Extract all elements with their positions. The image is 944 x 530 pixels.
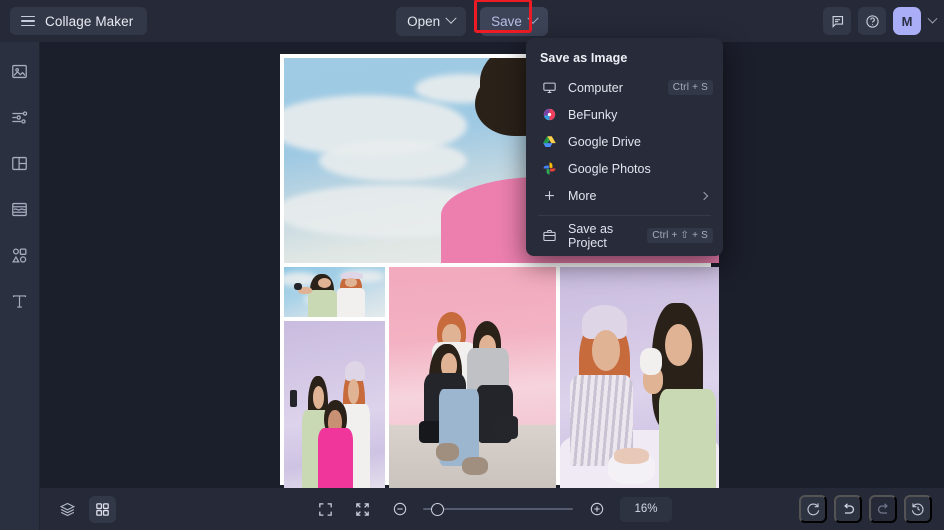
reset-icon [805, 501, 821, 517]
sidebar-item-edit[interactable] [7, 104, 33, 130]
bottom-right-actions [799, 495, 932, 523]
collage-maker-app: Collage Maker Open Save [0, 0, 944, 530]
google-drive-icon [541, 134, 557, 150]
fullscreen-icon [317, 501, 334, 518]
image-icon [10, 62, 29, 81]
save-menu-item-computer[interactable]: Computer Ctrl + S [526, 74, 723, 101]
zoom-slider-handle[interactable] [431, 503, 444, 516]
undo-button[interactable] [834, 495, 862, 523]
sidebar-item-textures[interactable] [7, 196, 33, 222]
menu-divider [538, 215, 711, 216]
collage-photo-center[interactable] [389, 267, 556, 493]
collage-photo-left-1[interactable] [284, 267, 385, 317]
save-menu-shortcut: Ctrl + ⇧ + S [647, 228, 713, 243]
save-menu-item-google-photos[interactable]: Google Photos [526, 155, 723, 182]
save-menu-label: More [568, 189, 690, 203]
save-menu-shortcut: Ctrl + S [668, 80, 713, 95]
layout-icon [10, 154, 29, 173]
plus-circle-icon [589, 501, 605, 517]
zoom-value[interactable]: 16% [620, 497, 672, 522]
hamburger-icon [21, 16, 35, 27]
sidebar-item-layouts[interactable] [7, 150, 33, 176]
graphics-icon [10, 246, 29, 265]
sliders-icon [10, 108, 29, 127]
chevron-right-icon [700, 191, 708, 199]
save-menu-heading: Save as Image [526, 46, 723, 74]
zoom-in-button[interactable] [583, 496, 610, 523]
zoom-slider-track [423, 508, 573, 510]
history-button[interactable] [904, 495, 932, 523]
plus-icon [541, 188, 557, 204]
chevron-down-icon [445, 13, 456, 24]
save-menu-label: Google Drive [568, 135, 713, 149]
zoom-out-button[interactable] [386, 496, 413, 523]
text-icon [10, 292, 29, 311]
save-menu-label: BeFunky [568, 108, 713, 122]
save-menu-item-befunky[interactable]: BeFunky [526, 101, 723, 128]
google-photos-icon [541, 161, 557, 177]
textures-icon [10, 200, 29, 219]
collage-photo-right[interactable] [560, 267, 719, 493]
save-menu-item-save-as-project[interactable]: Save as Project Ctrl + ⇧ + S [526, 222, 723, 249]
computer-icon [541, 80, 557, 96]
save-dropdown-menu: Save as Image Computer Ctrl + S BeF [526, 38, 723, 256]
redo-icon [875, 501, 892, 518]
save-menu-label: Computer [568, 81, 657, 95]
reset-button[interactable] [799, 495, 827, 523]
fit-screen-button[interactable] [312, 496, 339, 523]
save-button-wrapper: Save [480, 7, 548, 36]
top-right-actions: M [823, 0, 936, 42]
chevron-down-icon [527, 13, 538, 24]
save-menu-item-google-drive[interactable]: Google Drive [526, 128, 723, 155]
save-menu-label: Google Photos [568, 162, 713, 176]
left-sidebar [0, 42, 40, 530]
layers-button[interactable] [54, 496, 81, 523]
canvas-workspace[interactable] [40, 42, 944, 530]
app-menu-button[interactable]: Collage Maker [10, 7, 147, 35]
bottom-toolbar: 16% [40, 488, 944, 530]
save-label: Save [491, 14, 522, 29]
save-button[interactable]: Save [480, 7, 548, 36]
help-circle-icon [865, 14, 880, 29]
sidebar-item-text[interactable] [7, 288, 33, 314]
open-label: Open [407, 14, 440, 29]
zoom-slider[interactable] [423, 502, 573, 516]
feedback-button[interactable] [823, 7, 851, 35]
briefcase-icon [541, 228, 557, 244]
top-toolbar: Collage Maker Open Save [0, 0, 944, 42]
help-button[interactable] [858, 7, 886, 35]
layers-icon [59, 501, 76, 518]
bottom-left-actions [54, 496, 116, 523]
redo-button[interactable] [869, 495, 897, 523]
befunky-icon [541, 107, 557, 123]
save-menu-item-more[interactable]: More [526, 182, 723, 209]
avatar[interactable]: M [893, 7, 921, 35]
fit-to-screen-icon [354, 501, 371, 518]
account-chevron-down-icon[interactable] [928, 13, 938, 23]
history-icon [910, 501, 926, 517]
app-title: Collage Maker [45, 14, 133, 29]
open-button[interactable]: Open [396, 7, 466, 36]
sidebar-item-image[interactable] [7, 58, 33, 84]
grid-button[interactable] [89, 496, 116, 523]
save-menu-label: Save as Project [568, 222, 636, 250]
comment-icon [830, 14, 845, 29]
actual-size-button[interactable] [349, 496, 376, 523]
sidebar-item-graphics[interactable] [7, 242, 33, 268]
minus-circle-icon [392, 501, 408, 517]
grid-icon [94, 501, 111, 518]
undo-icon [840, 501, 857, 518]
collage-photo-left-2[interactable] [284, 321, 385, 493]
